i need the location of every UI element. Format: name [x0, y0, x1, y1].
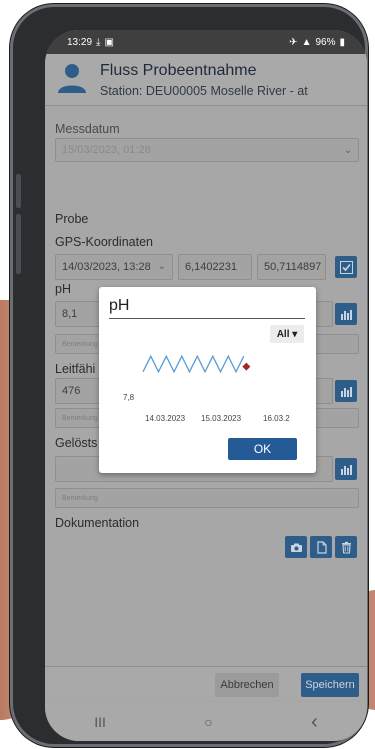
x-tick-label: 15.03.2023 — [201, 414, 242, 423]
dialog-title: pH — [109, 297, 130, 314]
ok-button[interactable]: OK — [228, 438, 297, 460]
gps-label: GPS-Koordinaten — [55, 235, 153, 249]
gps-datetime-field[interactable]: 14/03/2023, 13:28 ⌄ — [55, 254, 173, 280]
phone-frame: 13:29 ⤓ ▣ ✈ ▲ 96% ▮ Fluss Probeentnahme — [10, 4, 368, 747]
back-icon[interactable]: ‹ — [311, 711, 318, 734]
cancel-button[interactable]: Abbrechen — [215, 673, 279, 697]
ph-value: 8,1 — [62, 308, 78, 320]
ph-chart-button[interactable] — [335, 303, 357, 325]
messdatum-field[interactable]: 15/03/2023, 01:28 ⌄ — [55, 138, 359, 162]
messdatum-value: 15/03/2023, 01:28 — [62, 144, 151, 156]
action-bar: Abbrechen Speichern — [45, 666, 367, 700]
ph-line-chart: 7,8 14.03.2023 15.03.2023 16.03.2 — [123, 354, 290, 423]
download-icon: ⤓ — [96, 36, 101, 48]
leitfaehigkeit-note-placeholder: Bemerkung — [62, 414, 98, 422]
gps-longitude-field[interactable]: 6,1402231 — [178, 254, 252, 280]
app-header: Fluss Probeentnahme Station: DEU00005 Mo… — [45, 54, 367, 106]
messdatum-label: Messdatum — [55, 122, 120, 136]
bar-chart-icon — [340, 386, 352, 397]
current-value-marker — [242, 362, 251, 371]
leitfaehigkeit-value: 476 — [62, 385, 81, 397]
save-button[interactable]: Speichern — [301, 673, 359, 697]
camera-icon — [290, 543, 302, 552]
chevron-down-icon: ⌄ — [157, 261, 166, 272]
gps-latitude-value: 50,7114897 — [264, 261, 322, 273]
geloest-chart-button[interactable] — [335, 458, 357, 480]
power-button — [16, 214, 21, 274]
page-title: Fluss Probeentnahme — [100, 62, 257, 79]
notification-icon: ▣ — [104, 36, 114, 48]
chevron-down-icon: ⌄ — [343, 145, 352, 156]
status-time: 13:29 — [67, 36, 93, 48]
battery-icon: ▮ — [339, 36, 345, 48]
photo-stage: 13:29 ⤓ ▣ ✈ ▲ 96% ▮ Fluss Probeentnahme — [0, 0, 375, 749]
range-select[interactable]: All ▾ — [270, 325, 304, 343]
ph-chart-dialog: pH All ▾ 7,8 14.03.2023 15.03.2023 16.03.2 … — [99, 287, 316, 473]
ph-label: pH — [55, 282, 71, 296]
user-avatar-icon — [58, 64, 86, 93]
bar-chart-icon — [340, 464, 352, 475]
battery-percent: 96% — [315, 36, 336, 48]
camera-button[interactable] — [285, 536, 307, 558]
dialog-title-underline — [109, 318, 305, 319]
dokumentation-label: Dokumentation — [55, 516, 140, 530]
wifi-icon: ✈ — [289, 36, 298, 48]
volume-button — [16, 174, 21, 208]
trash-icon — [341, 541, 351, 554]
y-tick-label: 7,8 — [123, 393, 135, 402]
geloest-note-field[interactable]: Bemerkung — [55, 488, 359, 508]
phone-screen: 13:29 ⤓ ▣ ✈ ▲ 96% ▮ Fluss Probeentnahme — [45, 30, 367, 741]
gps-datetime-value: 14/03/2023, 13:28 — [62, 261, 151, 273]
trash-button[interactable] — [335, 536, 357, 558]
probe-label: Probe — [55, 212, 89, 226]
station-label: Station: DEU00005 Moselle River - at — [100, 84, 308, 98]
leitfaehigkeit-label: Leitfähi — [55, 362, 96, 376]
bar-chart-icon — [340, 309, 352, 320]
document-button[interactable] — [310, 536, 332, 558]
ph-note-placeholder: Bemerkung — [62, 340, 98, 348]
geloest-note-placeholder: Bemerkung — [62, 494, 98, 502]
geloest-label: Gelösts — [55, 436, 98, 450]
gps-longitude-value: 6,1402231 — [185, 261, 237, 273]
checkbox-icon — [339, 260, 353, 274]
status-bar: 13:29 ⤓ ▣ ✈ ▲ 96% ▮ — [45, 30, 367, 54]
home-icon[interactable]: ○ — [204, 714, 212, 730]
document-icon — [316, 540, 327, 554]
signal-icon: ▲ — [301, 36, 312, 48]
x-tick-label: 14.03.2023 — [145, 414, 186, 423]
x-tick-label: 16.03.2 — [263, 414, 290, 423]
ph-series-line — [142, 354, 245, 374]
gps-latitude-field[interactable]: 50,7114897 — [257, 254, 326, 280]
leitfaehigkeit-chart-button[interactable] — [335, 380, 357, 402]
recent-apps-icon[interactable]: III — [94, 714, 106, 730]
gps-confirm-button[interactable] — [335, 256, 357, 278]
system-nav-bar: III ○ ‹ — [45, 702, 367, 741]
